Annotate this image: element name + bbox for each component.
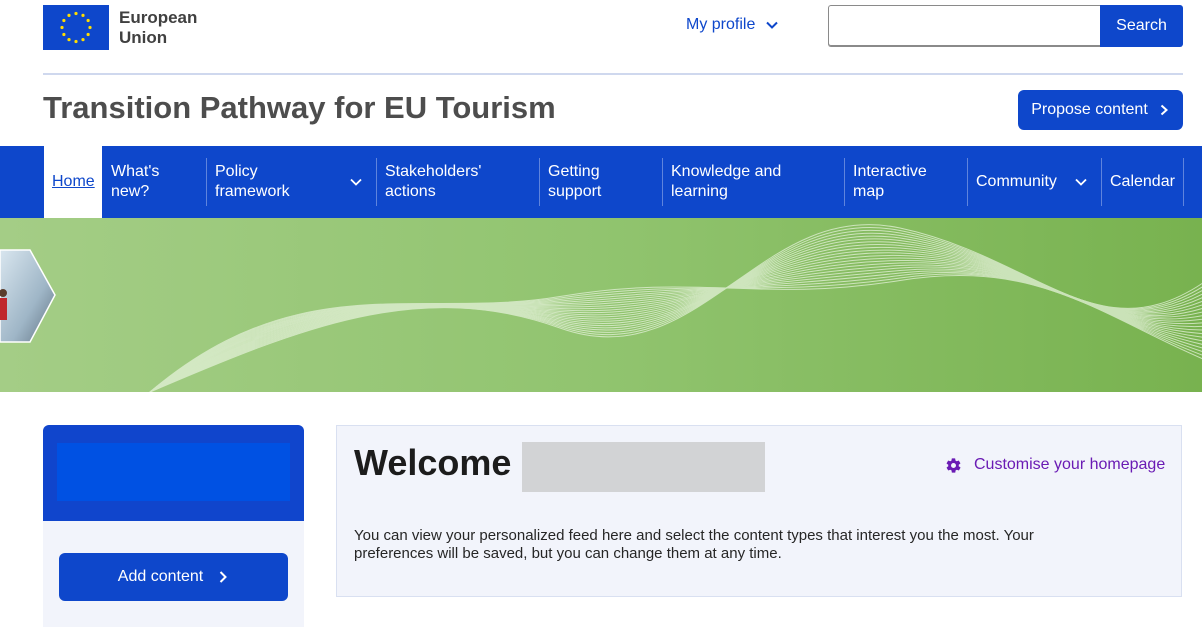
eu-logo-line1: European: [119, 7, 198, 27]
welcome-panel: Welcome Customise your homepage You can …: [336, 425, 1182, 597]
nav-label: Policy framework: [215, 163, 290, 200]
nav-label: Knowledge and learning: [671, 163, 782, 200]
chevron-right-icon: [219, 571, 228, 583]
site-header: European Union My profile Search: [0, 0, 1202, 75]
nav-label: Stakeholders' actions: [385, 163, 482, 200]
chevron-down-icon: [1075, 178, 1087, 186]
nav-item-knowledge-and-learning[interactable]: Knowledge and learning: [662, 146, 844, 218]
chevron-down-icon: [766, 21, 779, 29]
nav-item-whats-new[interactable]: What's new?: [102, 146, 206, 218]
eu-logo-text: European Union: [119, 8, 197, 48]
customise-homepage-link[interactable]: Customise your homepage: [945, 456, 1165, 474]
banner-wave-graphic: [0, 218, 1202, 392]
nav-item-getting-support[interactable]: Getting support: [539, 146, 662, 218]
welcome-description: You can view your personalized feed here…: [354, 527, 1034, 562]
chevron-right-icon: [1160, 104, 1168, 116]
eu-logo-line2: Union: [119, 27, 168, 47]
user-name-redacted: [522, 442, 765, 492]
eu-logo[interactable]: European Union: [43, 5, 197, 50]
welcome-heading: Welcome: [354, 442, 512, 483]
search-input[interactable]: [828, 5, 1100, 47]
main-navigation: Home What's new? Policy framework Stakeh…: [0, 146, 1202, 218]
nav-item-interactive-map[interactable]: Interactive map: [844, 146, 967, 218]
nav-item-home[interactable]: Home: [44, 146, 102, 218]
customise-homepage-label: Customise your homepage: [974, 456, 1166, 473]
gear-icon: [946, 457, 961, 473]
nav-label: Getting support: [548, 163, 602, 200]
hero-banner: [0, 218, 1202, 392]
my-profile-label: My profile: [686, 16, 756, 33]
user-card-banner: [57, 443, 290, 501]
nav-divider: [1183, 146, 1202, 218]
site-title[interactable]: Transition Pathway for EU Tourism: [43, 90, 556, 126]
chevron-down-icon: [350, 178, 362, 186]
search-form: Search: [828, 5, 1183, 47]
user-card-header: [43, 425, 304, 521]
search-button[interactable]: Search: [1100, 5, 1183, 47]
add-content-button[interactable]: Add content: [59, 553, 288, 601]
propose-content-label: Propose content: [1031, 101, 1148, 118]
nav-label: Community: [976, 173, 1057, 190]
user-card: Add content: [43, 425, 304, 627]
nav-label: Interactive map: [853, 163, 927, 200]
nav-item-calendar[interactable]: Calendar: [1101, 146, 1183, 218]
header-divider: [43, 73, 1183, 75]
my-profile-menu[interactable]: My profile: [686, 16, 779, 34]
nav-label: Calendar: [1110, 173, 1175, 190]
eu-flag-icon: [43, 5, 109, 50]
nav-item-stakeholders-actions[interactable]: Stakeholders' actions: [376, 146, 539, 218]
propose-content-button[interactable]: Propose content: [1018, 90, 1183, 130]
nav-item-policy-framework[interactable]: Policy framework: [206, 146, 376, 218]
nav-label: What's new?: [111, 163, 160, 200]
add-content-label: Add content: [117, 568, 204, 585]
nav-item-community[interactable]: Community: [967, 146, 1101, 218]
nav-label: Home: [52, 173, 95, 190]
